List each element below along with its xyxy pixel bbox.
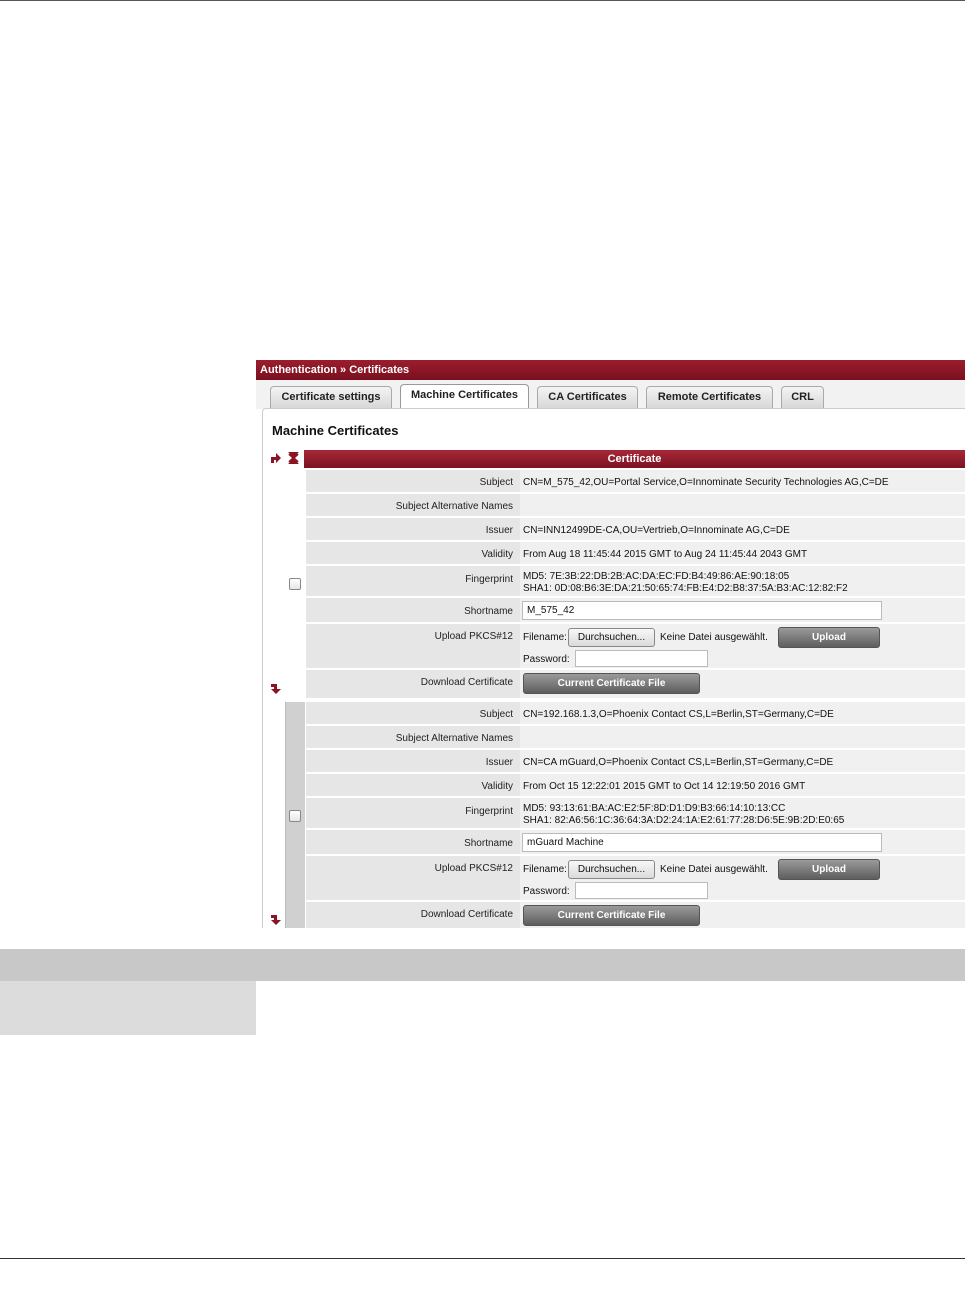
browse-button[interactable]: Durchsuchen... <box>568 860 655 879</box>
fingerprint-label: Fingerprint <box>465 806 513 817</box>
download-label: Download Certificate <box>420 677 513 688</box>
current-certificate-file-button[interactable]: Current Certificate File <box>523 673 700 694</box>
subject-row: Subject CN=M_575_42,OU=Portal Service,O=… <box>306 470 965 494</box>
tab-bar: Certificate settings Machine Certificate… <box>256 380 965 410</box>
fingerprint-label: Fingerprint <box>465 574 513 585</box>
issuer-row: Issuer CN=INN12499DE-CA,OU=Vertrieb,O=In… <box>306 518 965 542</box>
fingerprint-sha1: SHA1: 0D:08:B6:3E:DA:21:50:65:74:FB:E4:D… <box>523 583 848 594</box>
row-select-checkbox[interactable] <box>289 578 301 590</box>
tab-ca-certificates[interactable]: CA Certificates <box>537 386 638 409</box>
shortname-label: Shortname <box>464 838 513 849</box>
password-input[interactable] <box>575 882 708 899</box>
certificate-entry-1: Subject CN=M_575_42,OU=Portal Service,O=… <box>285 470 965 700</box>
fingerprint-md5: MD5: 7E:3B:22:DB:2B:AC:DA:EC:FD:B4:49:86… <box>523 571 790 582</box>
san-label: Subject Alternative Names <box>395 733 513 744</box>
subject-label: Subject <box>479 709 513 720</box>
validity-value: From Oct 15 12:22:01 2015 GMT to Oct 14 … <box>520 774 965 796</box>
shortname-row: Shortname mGuard Machine <box>306 830 965 856</box>
san-label: Subject Alternative Names <box>395 501 513 512</box>
tab-remote-certificates[interactable]: Remote Certificates <box>646 386 773 409</box>
insert-row-arrow-icon[interactable] <box>269 451 283 467</box>
san-value <box>520 494 965 516</box>
fingerprint-value: MD5: 93:13:61:BA:AC:E2:5F:8D:D1:D9:B3:66… <box>520 798 965 828</box>
san-value <box>520 726 965 748</box>
no-file-status: Keine Datei ausgewählt. <box>660 864 768 875</box>
fingerprint-md5: MD5: 93:13:61:BA:AC:E2:5F:8D:D1:D9:B3:66… <box>523 803 786 814</box>
validity-row: Validity From Aug 18 11:45:44 2015 GMT t… <box>306 542 965 566</box>
issuer-row: Issuer CN=CA mGuard,O=Phoenix Contact CS… <box>306 750 965 774</box>
password-label: Password: <box>523 654 570 665</box>
san-row: Subject Alternative Names <box>306 726 965 750</box>
issuer-value: CN=CA mGuard,O=Phoenix Contact CS,L=Berl… <box>520 750 965 772</box>
upload-row: Upload PKCS#12 Filename: Durchsuchen... … <box>306 856 965 902</box>
screenshot-frame: Authentication » Certificates Certificat… <box>256 360 965 928</box>
validity-value: From Aug 18 11:45:44 2015 GMT to Aug 24 … <box>520 542 965 564</box>
tab-machine-certificates[interactable]: Machine Certificates <box>400 384 529 410</box>
upload-label: Upload PKCS#12 <box>434 863 513 874</box>
insert-row-arrow-icon[interactable] <box>269 682 283 698</box>
subject-value: CN=M_575_42,OU=Portal Service,O=Innomina… <box>520 470 965 492</box>
fingerprint-sha1: SHA1: 82:A6:56:1C:36:64:3A:D2:24:1A:E2:6… <box>523 815 845 826</box>
validity-row: Validity From Oct 15 12:22:01 2015 GMT t… <box>306 774 965 798</box>
filename-label: Filename: <box>523 632 567 643</box>
password-label: Password: <box>523 886 570 897</box>
issuer-label: Issuer <box>485 525 513 536</box>
download-row: Download Certificate Current Certificate… <box>306 902 965 928</box>
shortname-input[interactable]: M_575_42 <box>522 601 882 620</box>
shortname-input[interactable]: mGuard Machine <box>522 833 882 852</box>
shortname-row: Shortname M_575_42 <box>306 598 965 624</box>
validity-label: Validity <box>481 781 514 792</box>
filename-label: Filename: <box>523 864 567 875</box>
breadcrumb: Authentication » Certificates <box>256 360 965 380</box>
san-row: Subject Alternative Names <box>306 494 965 518</box>
download-label: Download Certificate <box>420 909 513 920</box>
fingerprint-value: MD5: 7E:3B:22:DB:2B:AC:DA:EC:FD:B4:49:86… <box>520 566 965 596</box>
validity-label: Validity <box>481 549 514 560</box>
subject-row: Subject CN=192.168.1.3,O=Phoenix Contact… <box>306 702 965 726</box>
issuer-value: CN=INN12499DE-CA,OU=Vertrieb,O=Innominat… <box>520 518 965 540</box>
download-row: Download Certificate Current Certificate… <box>306 670 965 700</box>
table-label-cell <box>0 981 256 1035</box>
table-header-band <box>0 949 965 981</box>
tab-certificate-settings[interactable]: Certificate settings <box>270 386 392 409</box>
fingerprint-row: Fingerprint MD5: 7E:3B:22:DB:2B:AC:DA:EC… <box>306 566 965 598</box>
upload-button[interactable]: Upload <box>778 859 880 880</box>
shortname-label: Shortname <box>464 606 513 617</box>
issuer-label: Issuer <box>485 757 513 768</box>
upload-row: Upload PKCS#12 Filename: Durchsuchen... … <box>306 624 965 670</box>
tab-crl[interactable]: CRL <box>781 386 824 409</box>
upload-button[interactable]: Upload <box>778 627 880 648</box>
page-title: Machine Certificates <box>272 423 399 438</box>
certificate-entry-2: Subject CN=192.168.1.3,O=Phoenix Contact… <box>285 702 965 928</box>
no-file-status: Keine Datei ausgewählt. <box>660 632 768 643</box>
certificate-column-header: Certificate <box>304 450 965 468</box>
page-bottom-rule <box>0 1258 965 1259</box>
insert-row-arrow-icon[interactable] <box>269 913 283 928</box>
upload-label: Upload PKCS#12 <box>434 631 513 642</box>
current-certificate-file-button[interactable]: Current Certificate File <box>523 905 700 926</box>
subject-value: CN=192.168.1.3,O=Phoenix Contact CS,L=Be… <box>520 702 965 724</box>
delete-row-icon[interactable] <box>287 451 300 467</box>
fingerprint-row: Fingerprint MD5: 93:13:61:BA:AC:E2:5F:8D… <box>306 798 965 830</box>
password-input[interactable] <box>575 650 708 667</box>
browse-button[interactable]: Durchsuchen... <box>568 628 655 647</box>
subject-label: Subject <box>479 477 513 488</box>
row-select-checkbox[interactable] <box>289 810 301 822</box>
page-top-rule <box>0 0 965 1</box>
